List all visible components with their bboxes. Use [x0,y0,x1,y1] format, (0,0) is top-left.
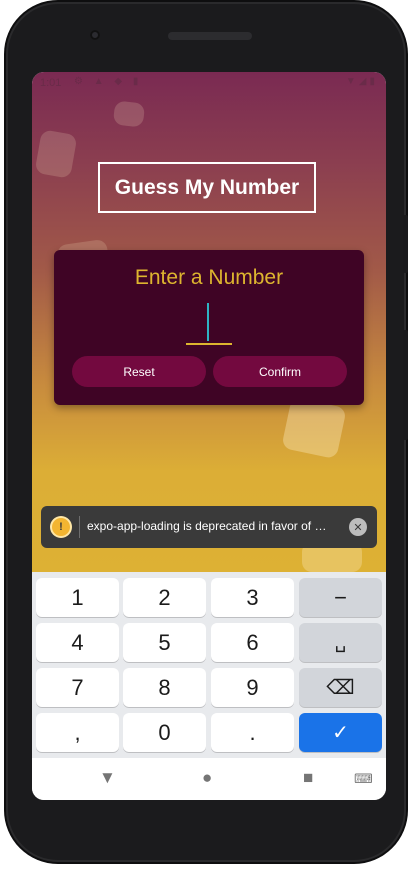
toast-divider [79,516,80,538]
toast-message: expo-app-loading is deprecated in favor … [87,519,327,533]
android-nav-bar: ▼ ● ■ ⌨ [32,758,386,800]
background-dice [112,100,146,128]
warning-toast[interactable]: ! expo-app-loading is deprecated in favo… [41,506,377,548]
status-time: 1:01 [40,77,62,89]
app-title-box: Guess My Number [98,162,316,213]
status-bar: 1:01 ⚙ ▲ ◆ ▮ ▼◢▮ [32,72,386,94]
app-title: Guess My Number [114,175,300,199]
key-6[interactable]: 6 [211,623,294,662]
key-3[interactable]: 3 [211,578,294,617]
number-input[interactable] [186,303,232,343]
card-heading: Enter a Number [134,266,284,289]
key-2[interactable]: 2 [123,578,206,617]
text-caret [207,303,209,341]
key-0[interactable]: 0 [123,713,206,752]
key-1[interactable]: 1 [36,578,119,617]
side-button [403,215,408,273]
warning-icon: ! [52,518,70,536]
volume-button [403,330,408,440]
confirm-button[interactable]: Confirm [213,356,347,387]
key-5[interactable]: 5 [123,623,206,662]
input-underline [186,343,232,345]
back-icon[interactable]: ▼ [99,768,116,788]
front-camera [90,30,100,40]
reset-button[interactable]: Reset [72,356,206,387]
backspace-icon[interactable]: ⌫ [299,668,382,707]
key-8[interactable]: 8 [123,668,206,707]
device-screen: 1:01 ⚙ ▲ ◆ ▮ ▼◢▮ Guess My Number Enter a… [32,72,386,800]
status-notification-icons: ⚙ ▲ ◆ ▮ [74,76,143,87]
key-space[interactable]: ␣ [299,623,382,662]
earpiece-speaker [168,32,252,40]
input-card: Enter a Number Reset Confirm [54,250,364,405]
key-7[interactable]: 7 [36,668,119,707]
phone-frame: 1:01 ⚙ ▲ ◆ ▮ ▼◢▮ Guess My Number Enter a… [6,2,406,862]
app-background: 1:01 ⚙ ▲ ◆ ▮ ▼◢▮ Guess My Number Enter a… [32,72,386,572]
close-icon[interactable]: ✕ [349,518,367,536]
recents-icon[interactable]: ■ [303,768,313,788]
status-signal-battery-icons: ▼◢▮ [345,76,378,87]
key-comma[interactable]: , [36,713,119,752]
background-dice [34,129,78,179]
checkmark-icon[interactable]: ✓ [299,713,382,752]
key-4[interactable]: 4 [36,623,119,662]
key-period[interactable]: . [211,713,294,752]
keyboard-switch-icon[interactable]: ⌨ [354,771,373,787]
key-minus[interactable]: − [299,578,382,617]
key-9[interactable]: 9 [211,668,294,707]
numeric-keyboard: 1 2 3 − 4 5 6 ␣ 7 8 9 ⌫ , 0 . ✓ [32,572,386,758]
background-dice [281,396,347,460]
home-icon[interactable]: ● [202,768,212,788]
